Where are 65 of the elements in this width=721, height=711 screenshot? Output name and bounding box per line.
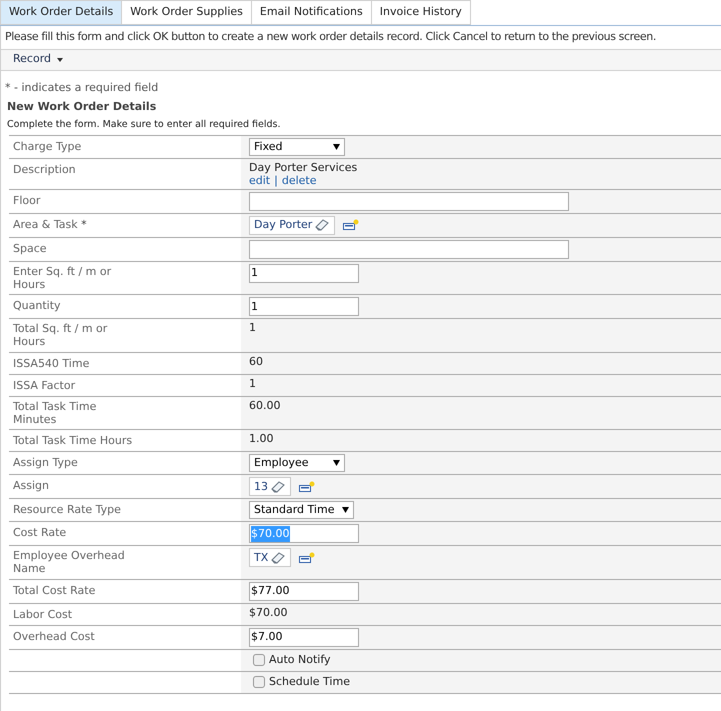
- field-label: Space: [13, 242, 47, 255]
- field-label: Cost Rate: [13, 526, 66, 540]
- checkbox-label: Auto Notify: [269, 652, 331, 668]
- field-value: 1.00: [249, 432, 274, 446]
- action-link[interactable]: delete: [282, 174, 316, 187]
- field-label: Floor: [13, 194, 40, 207]
- input-field[interactable]: [249, 240, 569, 259]
- caret-icon: [57, 58, 64, 62]
- form-subtitle: Complete the form. Make sure to enter all required fields.: [6, 118, 282, 132]
- field-value: 1: [249, 376, 256, 390]
- checkbox[interactable]: [253, 676, 265, 688]
- new-record-icon[interactable]: [299, 552, 316, 564]
- dropdown-arrow-icon: [333, 460, 340, 466]
- field-label: Charge Type: [13, 140, 82, 153]
- lookup-field[interactable]: TX: [249, 548, 292, 568]
- field-label: Total Task Time Hours: [13, 434, 132, 448]
- link-separator: |: [274, 174, 278, 187]
- action-link[interactable]: edit: [249, 174, 270, 187]
- dropdown-arrow-icon: [342, 507, 350, 514]
- dropdown[interactable]: Fixed: [249, 138, 345, 156]
- lookup-field[interactable]: Day Porter: [249, 216, 336, 235]
- field-label: Total Sq. ft / m or Hours: [13, 322, 108, 348]
- input-field[interactable]: [249, 192, 569, 211]
- field-value: Day Porter Services: [249, 160, 358, 174]
- field-label: Employee Overhead Name: [13, 549, 126, 576]
- tab[interactable]: Email Notifications: [250, 0, 372, 25]
- dropdown[interactable]: Standard Time: [249, 501, 354, 520]
- field-label: Enter Sq. ft / m or Hours: [13, 264, 112, 291]
- input-field[interactable]: $77.00: [249, 582, 359, 601]
- field-label: Labor Cost: [13, 608, 72, 621]
- checkbox[interactable]: [253, 654, 265, 666]
- field-label: Resource Rate Type: [13, 503, 121, 516]
- tab[interactable]: Work Order Supplies: [121, 0, 252, 25]
- field-label: Description: [13, 162, 76, 176]
- field-label: Overhead Cost: [13, 630, 95, 643]
- eraser-icon[interactable]: [270, 480, 286, 494]
- new-record-icon[interactable]: [299, 480, 315, 493]
- dropdown[interactable]: Employee: [249, 454, 345, 472]
- field-label: Assign: [13, 479, 49, 492]
- field-value: 60: [249, 354, 263, 368]
- required-note: * - indicates a required field: [5, 80, 160, 96]
- field-value: 1: [249, 321, 256, 334]
- checkbox-label: Schedule Time: [269, 674, 350, 690]
- field-label: ISSA Factor: [13, 378, 76, 392]
- field-label: ISSA540 Time: [13, 356, 90, 370]
- field-value: $70.00: [249, 606, 288, 619]
- tab[interactable]: Invoice History: [370, 0, 471, 25]
- input-field[interactable]: 1: [249, 297, 359, 316]
- tab[interactable]: Work Order Details: [0, 0, 122, 25]
- eraser-icon[interactable]: [270, 550, 286, 565]
- field-value: 60.00: [249, 398, 280, 412]
- eraser-icon[interactable]: [314, 218, 330, 232]
- dropdown-arrow-icon: [333, 144, 340, 150]
- input-field[interactable]: 1: [249, 264, 359, 283]
- instructions-text: Please fill this form and click OK button to create a new work order details record. Click Cancel to return to the previous screen.: [4, 29, 657, 45]
- form-title: New Work Order Details: [6, 99, 158, 115]
- field-label: Total Task Time Minutes: [13, 400, 98, 426]
- field-label: Assign Type: [13, 456, 78, 470]
- lookup-field[interactable]: 13: [249, 477, 291, 496]
- field-label: Area & Task *: [13, 218, 87, 231]
- new-record-icon[interactable]: [343, 219, 360, 232]
- field-label: Total Cost Rate: [13, 584, 96, 597]
- record-menu[interactable]: Record: [13, 51, 64, 68]
- field-label: Quantity: [13, 299, 61, 312]
- input-field[interactable]: $7.00: [249, 628, 359, 647]
